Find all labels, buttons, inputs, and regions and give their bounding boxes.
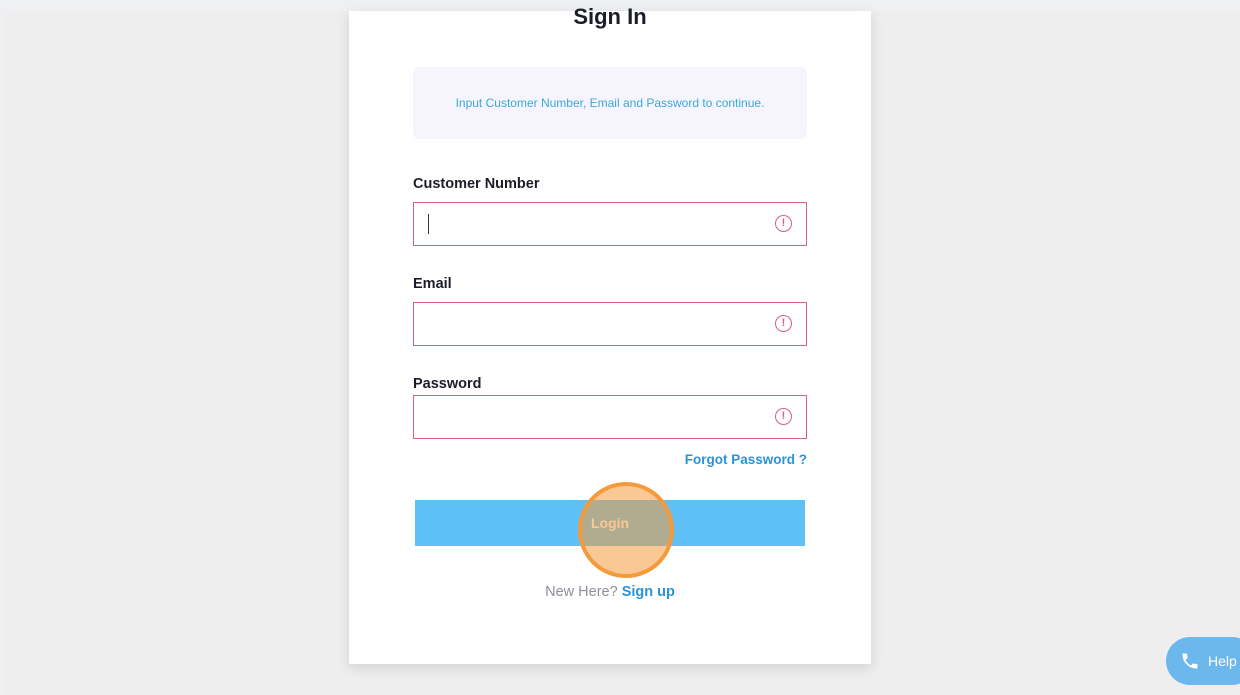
help-label: Help [1208,653,1237,669]
phone-icon [1182,653,1198,669]
password-input[interactable] [426,396,760,440]
info-message: Input Customer Number, Email and Passwor… [413,67,807,139]
password-label: Password [413,376,482,392]
password-field[interactable]: ! [413,395,807,440]
customer-number-field[interactable]: ! [413,202,807,247]
customer-number-label: Customer Number [413,176,540,192]
info-message-text: Input Customer Number, Email and Passwor… [455,96,765,110]
email-field[interactable]: ! [413,302,807,347]
sign-in-card: Sign In Input Customer Number, Email and… [349,4,871,664]
signup-prompt: New Here? Sign up [349,584,871,600]
email-input[interactable] [426,303,760,347]
text-caret [428,214,429,234]
error-icon: ! [775,215,792,232]
new-here-text: New Here? [545,584,618,600]
sign-up-link[interactable]: Sign up [622,584,675,600]
email-label: Email [413,276,452,292]
customer-number-input[interactable] [426,203,760,247]
help-button[interactable]: Help [1166,637,1240,685]
error-icon: ! [775,315,792,332]
error-icon: ! [775,408,792,425]
login-button[interactable]: Login [415,500,805,546]
forgot-password-link[interactable]: Forgot Password ? [685,452,807,467]
page-title: Sign In [573,4,647,29]
